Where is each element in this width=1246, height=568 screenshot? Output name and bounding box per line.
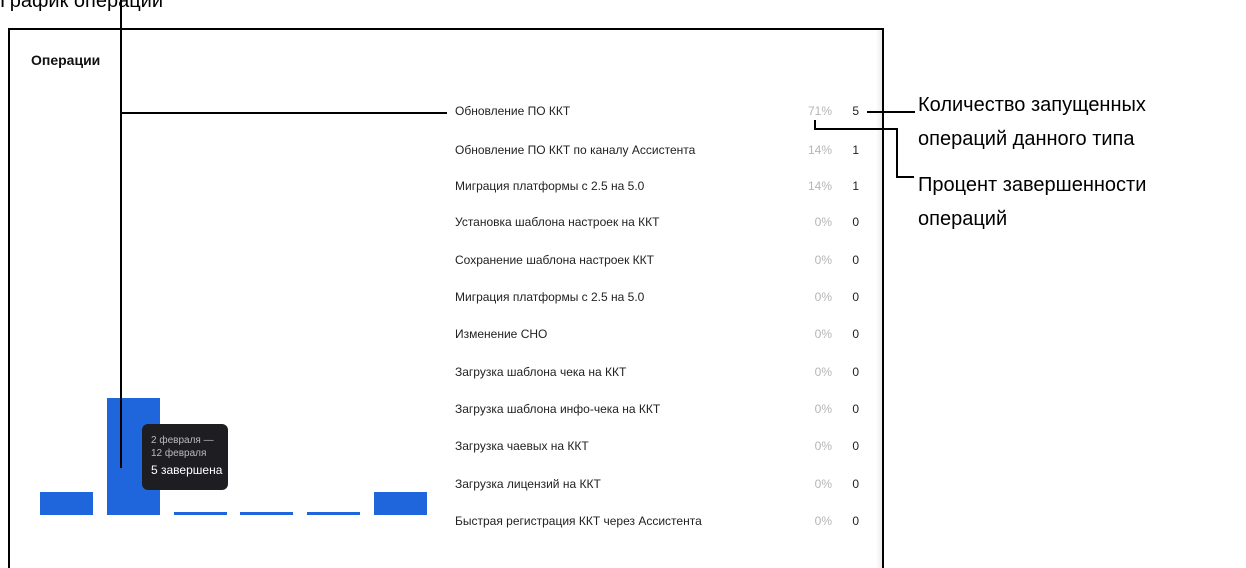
operation-label: Миграция платформы с 2.5 на 5.0	[455, 290, 645, 304]
chart-bar[interactable]	[307, 512, 360, 515]
annotation-percent-line1: Процент завершенности	[918, 174, 1147, 196]
operation-count: 0	[852, 215, 859, 229]
operation-label: Обновление ПО ККТ	[455, 104, 571, 118]
callout-line-percent-v	[896, 128, 898, 178]
list-item[interactable]: Загрузка шаблона чека на ККТ 0% 0	[455, 365, 865, 385]
operation-percent: 0%	[814, 365, 832, 379]
operation-label: Обновление ПО ККТ по каналу Ассистента	[455, 143, 696, 157]
chart-bar[interactable]	[174, 512, 227, 515]
annotation-percent-line2: операций	[918, 208, 1008, 230]
callout-line-percent-h1	[814, 128, 898, 130]
operation-count: 1	[852, 143, 859, 157]
annotation-count-line1: Количество запущенных	[918, 94, 1146, 116]
list-item[interactable]: Быстрая регистрация ККТ через Ассистента…	[455, 514, 865, 534]
operation-label: Миграция платформы с 2.5 на 5.0	[455, 179, 645, 193]
chart-bar[interactable]	[40, 492, 93, 515]
chart-bar[interactable]	[240, 512, 293, 515]
operation-label: Установка шаблона настроек на ККТ	[455, 215, 660, 229]
tooltip-date-end: 12 февраля	[151, 448, 207, 459]
list-item[interactable]: Миграция платформы с 2.5 на 5.0 0% 0	[455, 290, 865, 310]
operation-count: 0	[852, 327, 859, 341]
operation-count: 0	[852, 439, 859, 453]
operation-count: 0	[852, 290, 859, 304]
operation-label: Изменение СНО	[455, 327, 548, 341]
operation-count: 0	[852, 514, 859, 528]
operation-percent: 0%	[814, 402, 832, 416]
list-item[interactable]: Изменение СНО 0% 0	[455, 327, 865, 347]
annotation-count-line2: операций данного типа	[918, 128, 1135, 150]
callout-line-chart-horizontal	[120, 112, 447, 114]
tooltip-value: 5 завершена	[151, 463, 223, 477]
operation-label: Сохранение шаблона настроек ККТ	[455, 253, 654, 267]
operation-count: 0	[852, 477, 859, 491]
annotation-count: Количество запущенных операций данного т…	[918, 88, 1146, 156]
list-item[interactable]: Загрузка шаблона инфо-чека на ККТ 0% 0	[455, 402, 865, 422]
operation-label: Загрузка шаблона инфо-чека на ККТ	[455, 402, 661, 416]
operation-percent: 0%	[814, 290, 832, 304]
operation-label: Загрузка чаевых на ККТ	[455, 439, 589, 453]
operation-count: 5	[852, 104, 859, 118]
operation-label: Загрузка лицензий на ККТ	[455, 477, 601, 491]
operation-percent: 0%	[814, 477, 832, 491]
panel-title: Операции	[31, 52, 101, 68]
list-item[interactable]: Обновление ПО ККТ по каналу Ассистента 1…	[455, 143, 865, 163]
operation-percent: 0%	[814, 327, 832, 341]
operation-percent: 0%	[814, 439, 832, 453]
operation-percent: 0%	[814, 253, 832, 267]
tooltip-date-start: 2 февраля —	[151, 435, 214, 446]
callout-line-chart-vertical	[120, 0, 122, 468]
list-item[interactable]: Сохранение шаблона настроек ККТ 0% 0	[455, 253, 865, 273]
operation-count: 0	[852, 253, 859, 267]
list-item[interactable]: Миграция платформы с 2.5 на 5.0 14% 1	[455, 179, 865, 199]
callout-line-percent-v-left	[814, 120, 816, 130]
list-item[interactable]: Загрузка чаевых на ККТ 0% 0	[455, 439, 865, 459]
operation-label: Загрузка шаблона чека на ККТ	[455, 365, 627, 379]
annotation-percent: Процент завершенности операций	[918, 168, 1146, 236]
operation-count: 1	[852, 179, 859, 193]
operation-label: Быстрая регистрация ККТ через Ассистента	[455, 514, 702, 528]
callout-line-percent-h2	[896, 176, 914, 178]
operation-count: 0	[852, 365, 859, 379]
operation-count: 0	[852, 402, 859, 416]
chart-bar[interactable]	[374, 492, 427, 515]
operation-percent: 71%	[807, 104, 832, 118]
operation-percent: 0%	[814, 514, 832, 528]
operation-percent: 14%	[807, 179, 832, 193]
chart-tooltip: 2 февраля — 12 февраля 5 завершена	[142, 424, 228, 490]
callout-line-count	[867, 111, 915, 113]
chart-caption: График операций	[0, 0, 164, 12]
list-item[interactable]: Обновление ПО ККТ 71% 5	[455, 104, 865, 124]
list-item[interactable]: Установка шаблона настроек на ККТ 0% 0	[455, 215, 865, 235]
operation-percent: 0%	[814, 215, 832, 229]
list-item[interactable]: Загрузка лицензий на ККТ 0% 0	[455, 477, 865, 497]
operation-percent: 14%	[807, 143, 832, 157]
